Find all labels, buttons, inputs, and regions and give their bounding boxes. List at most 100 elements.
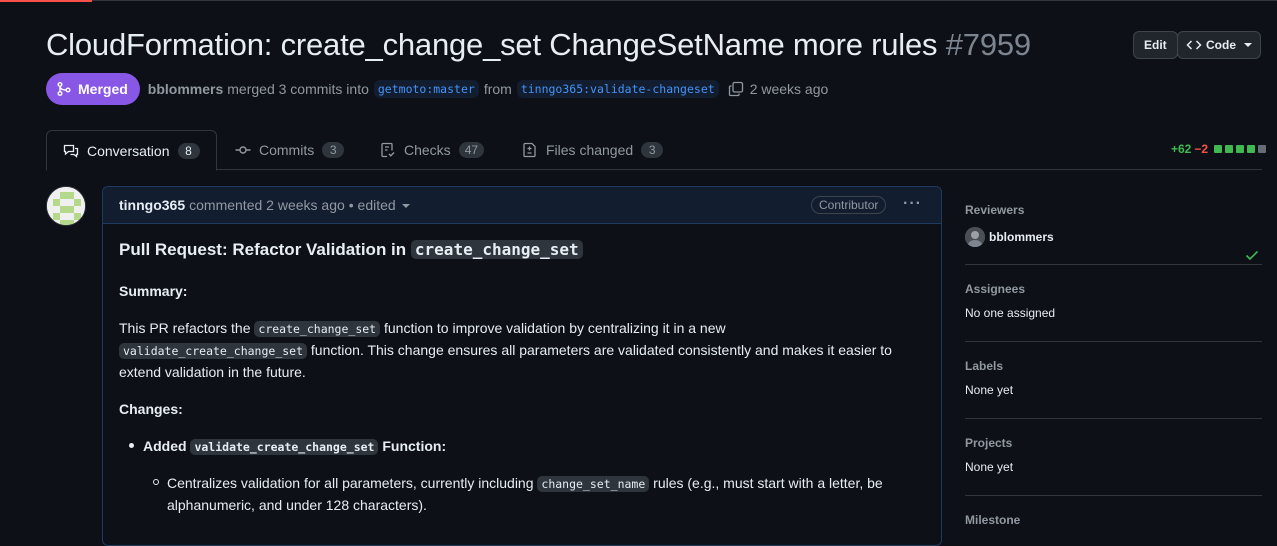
milestone-section: Milestone — [965, 513, 1262, 527]
avatar[interactable] — [46, 186, 86, 226]
tab-checks[interactable]: Checks 47 — [364, 130, 500, 170]
merge-time: 2 weeks ago — [749, 81, 829, 97]
base-branch-link[interactable]: getmoto:master — [373, 80, 479, 98]
tab-label: Checks — [404, 142, 451, 158]
tab-counter: 3 — [322, 142, 345, 158]
checklist-icon — [381, 142, 395, 158]
assignees-section: Assignees No one assigned — [965, 282, 1262, 320]
tab-counter: 3 — [641, 142, 664, 158]
pr-meta: Merged bblommers merged 3 commits into g… — [46, 73, 828, 105]
diffstat-block — [1247, 145, 1256, 153]
from-text: from — [483, 81, 512, 97]
text-span: Centralizes validation for all parameter… — [167, 475, 534, 491]
text-span: function to improve validation by centra… — [383, 320, 726, 336]
file-diff-icon — [523, 142, 536, 158]
reviewer-name: bblommers — [989, 230, 1054, 244]
diffstat-block — [1258, 145, 1267, 153]
merged-status-badge: Merged — [46, 73, 140, 105]
reviewer-item[interactable]: bblommers — [965, 227, 1262, 247]
text-span: function. This change ensures all parame… — [310, 342, 892, 358]
labels-section: Labels None yet — [965, 359, 1262, 397]
divider — [965, 341, 1262, 342]
pr-title-text: CloudFormation: create_change_set Change… — [46, 27, 938, 62]
pr-tabs: Conversation 8 Commits 3 Checks 47 Files… — [46, 130, 1262, 171]
milestone-title[interactable]: Milestone — [965, 513, 1262, 527]
paragraph-line-2: validate_create_change_set function. Thi… — [119, 339, 892, 362]
text-span: Function: — [382, 438, 447, 454]
merge-text: merged 3 commits into — [227, 81, 369, 97]
head-branch-link[interactable]: tinngo365:validate-changeset — [516, 80, 719, 98]
pr-number: #7959 — [945, 27, 1031, 62]
diffstat-deletions: −2 — [1194, 142, 1209, 156]
merged-status-label: Merged — [78, 81, 128, 97]
comment-discussion-icon — [63, 144, 79, 158]
git-commit-icon — [235, 146, 251, 154]
edit-button[interactable]: Edit — [1133, 31, 1178, 59]
tab-label: Files changed — [546, 142, 634, 158]
git-merge-icon — [57, 82, 71, 96]
kebab-menu-icon[interactable]: ··· — [903, 195, 922, 213]
paragraph-line-3: extend validation in the future. — [119, 364, 306, 380]
pr-title: CloudFormation: create_change_set Change… — [46, 27, 1031, 63]
comment-box: tinngo365 commented 2 weeks ago • edited… — [102, 186, 942, 546]
list-item: Centralizes validation for all parameter… — [167, 472, 883, 495]
projects-value: None yet — [965, 460, 1014, 474]
inline-code: change_set_name — [537, 476, 650, 492]
code-button-label: Code — [1206, 38, 1236, 52]
labels-value: None yet — [965, 383, 1014, 397]
diffstat-block — [1214, 145, 1223, 153]
comment-author[interactable]: tinngo365 — [119, 197, 185, 213]
code-icon — [1186, 40, 1202, 50]
chevron-down-icon — [1244, 43, 1252, 47]
diffstat[interactable]: +62 −2 — [1171, 142, 1267, 156]
diffstat-block — [1236, 145, 1245, 153]
bullet-circle — [153, 479, 159, 485]
tab-label: Conversation — [87, 142, 170, 159]
tab-conversation[interactable]: Conversation 8 — [46, 130, 217, 171]
tab-counter: 8 — [177, 142, 200, 159]
progress-indicator — [0, 0, 92, 2]
bullet-dot — [129, 443, 134, 448]
diffstat-additions: +62 — [1171, 142, 1192, 156]
code-dropdown-button[interactable]: Code — [1177, 31, 1261, 59]
contributor-badge: Contributor — [811, 196, 887, 214]
text-span: rules (e.g., must start with a letter, b… — [653, 475, 883, 491]
diffstat-block — [1225, 145, 1234, 153]
changes-label: Changes: — [119, 401, 183, 417]
page-top-border — [0, 0, 1277, 1]
assignees-title[interactable]: Assignees — [965, 282, 1262, 296]
text-span: Added — [143, 438, 187, 454]
reviewer-avatar — [965, 227, 985, 247]
comment-header: tinngo365 commented 2 weeks ago • edited… — [103, 187, 941, 224]
inline-code: validate_create_change_set — [190, 439, 379, 455]
divider — [965, 264, 1262, 265]
reviewers-title[interactable]: Reviewers — [965, 203, 1262, 217]
text-span: This PR refactors the — [119, 320, 251, 336]
copy-icon[interactable] — [728, 81, 744, 97]
chevron-down-icon — [401, 204, 410, 209]
summary-label: Summary: — [119, 283, 188, 299]
heading-text: Pull Request: Refactor Validation in — [119, 240, 407, 259]
tab-commits[interactable]: Commits 3 — [219, 130, 360, 170]
tab-files-changed[interactable]: Files changed 3 — [506, 130, 679, 170]
list-item: Added validate_create_change_set Functio… — [143, 435, 446, 458]
tab-counter: 47 — [458, 142, 485, 158]
edited-dropdown[interactable]: • edited — [349, 197, 410, 213]
divider — [965, 495, 1262, 496]
projects-title[interactable]: Projects — [965, 436, 1262, 450]
check-icon — [1245, 250, 1259, 261]
list-item-continuation: alphanumeric, and under 128 characters). — [167, 497, 427, 513]
labels-title[interactable]: Labels — [965, 359, 1262, 373]
inline-code: create_change_set — [254, 321, 381, 337]
comment-action: commented 2 weeks ago — [189, 197, 345, 213]
assignees-value: No one assigned — [965, 306, 1056, 320]
paragraph-line-1: This PR refactors the create_change_set … — [119, 317, 726, 340]
divider — [965, 418, 1262, 419]
comment-heading: Pull Request: Refactor Validation in cre… — [119, 239, 583, 261]
merger-link[interactable]: bblommers — [148, 81, 223, 97]
inline-code: validate_create_change_set — [119, 343, 308, 359]
edit-button-label: Edit — [1144, 38, 1167, 52]
reviewers-section: Reviewers bblommers — [965, 203, 1262, 261]
edited-label: • edited — [348, 197, 396, 213]
tab-label: Commits — [259, 142, 315, 158]
